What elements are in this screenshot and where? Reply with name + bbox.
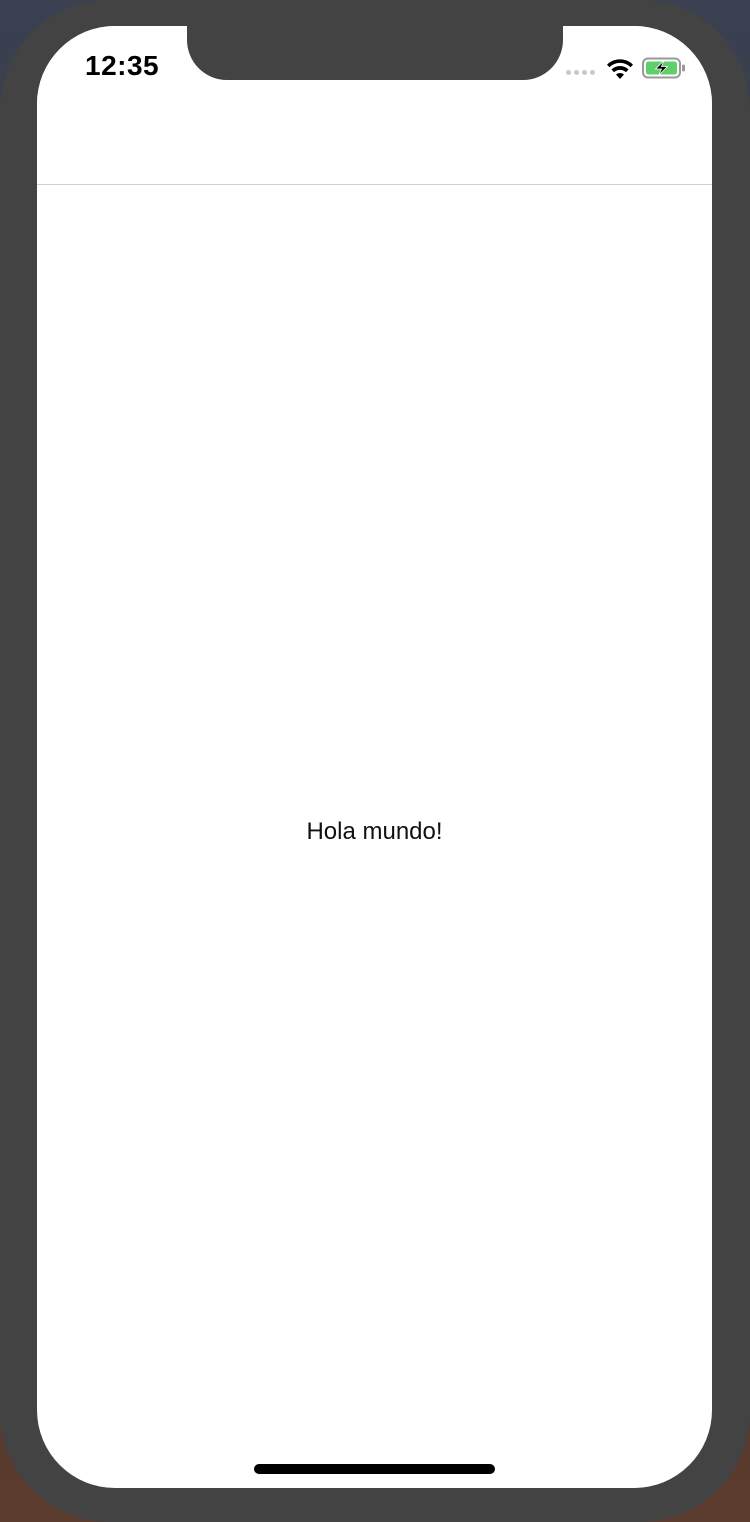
home-indicator[interactable] (254, 1464, 495, 1474)
phone-screen: 12:35 Hola mundo! (37, 26, 712, 1488)
battery-charging-icon (642, 57, 685, 79)
hello-world-label: Hola mundo! (306, 818, 443, 845)
wifi-icon (607, 59, 633, 79)
status-bar-time: 12:35 (85, 50, 160, 81)
notch (187, 26, 563, 80)
phone-frame: 12:35 Hola mundo! (0, 0, 750, 1522)
cellular-signal-icon (566, 70, 595, 75)
